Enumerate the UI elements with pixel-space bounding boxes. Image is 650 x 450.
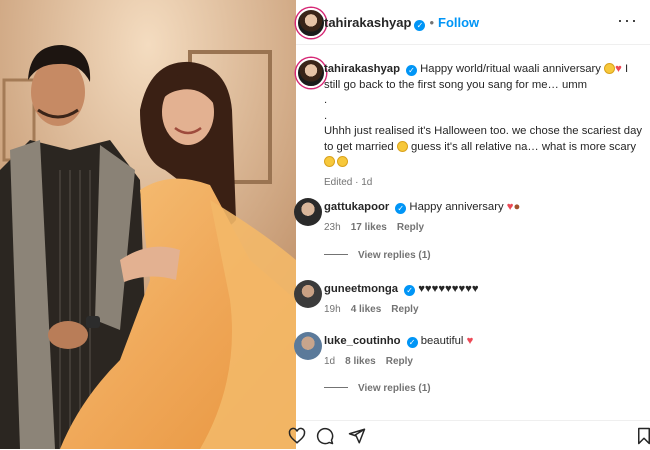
post-sidebar: tahirakashyap ✓ • Follow ··· tahirakashyap ✓… bbox=[288, 0, 650, 450]
comment-text: beautiful bbox=[420, 335, 464, 347]
caption-dot1: . bbox=[324, 94, 328, 106]
caption-meta: Edited · 1d bbox=[324, 176, 373, 188]
post-header: tahirakashyap ✓ • Follow ··· bbox=[296, 0, 650, 45]
view-replies-label: View replies (1) bbox=[358, 250, 431, 261]
replies-divider bbox=[324, 254, 348, 255]
view-replies-label: View replies (1) bbox=[358, 383, 431, 394]
comment-likes[interactable]: 8 likes bbox=[345, 356, 376, 367]
comment-meta: 19h 4 likes Reply bbox=[324, 302, 642, 317]
heart-emoji-icon: ♥ bbox=[466, 335, 474, 347]
verified-badge-icon: ✓ bbox=[395, 203, 407, 214]
author-line: tahirakashyap ✓ • Follow bbox=[324, 14, 479, 32]
replies-divider bbox=[324, 387, 348, 388]
reply-button[interactable]: Reply bbox=[386, 356, 413, 367]
action-bar bbox=[288, 420, 650, 450]
commenter-avatar[interactable] bbox=[294, 198, 322, 226]
grimacing-face-icon bbox=[396, 140, 408, 152]
reply-button[interactable]: Reply bbox=[391, 304, 418, 315]
caption-line4: guess it's all relative na… what is more… bbox=[410, 140, 637, 153]
reply-button[interactable]: Reply bbox=[397, 222, 424, 233]
heart-emoji-icon: ♥ bbox=[615, 63, 622, 75]
laughing-face-icon bbox=[604, 63, 616, 74]
verified-badge-icon: ✓ bbox=[414, 20, 426, 31]
comment-text: ♥♥♥♥♥♥♥♥♥ bbox=[418, 283, 479, 295]
view-replies-button[interactable]: View replies (1) bbox=[324, 250, 431, 261]
view-replies-button[interactable]: View replies (1) bbox=[324, 383, 431, 394]
comment-item: guneetmonga ✓ ♥♥♥♥♥♥♥♥♥ 19h 4 likes Reply bbox=[324, 282, 642, 317]
comment-likes[interactable]: 17 likes bbox=[351, 222, 387, 233]
follow-button[interactable]: Follow bbox=[438, 15, 479, 30]
heart-icon[interactable] bbox=[288, 427, 306, 450]
caption-avatar[interactable] bbox=[296, 58, 326, 88]
comment-meta: 1d 8 likes Reply bbox=[324, 354, 642, 369]
comment-username[interactable]: guneetmonga bbox=[324, 283, 398, 295]
verified-badge-icon: ✓ bbox=[406, 337, 418, 348]
comment-likes[interactable]: 4 likes bbox=[351, 304, 382, 315]
caption-line1: Happy world/ritual waali anniversary bbox=[420, 63, 601, 75]
comment-time[interactable]: 23h bbox=[324, 222, 341, 233]
tears-of-joy-icon bbox=[337, 156, 348, 167]
commenter-avatar[interactable] bbox=[294, 332, 322, 360]
post-caption: tahirakashyap ✓ Happy world/ritual waali … bbox=[324, 62, 642, 190]
bookmark-icon[interactable] bbox=[636, 427, 650, 450]
couple-photo-illustration bbox=[0, 0, 296, 449]
comment-time[interactable]: 1d bbox=[324, 356, 335, 367]
tears-of-joy-icon bbox=[324, 156, 335, 167]
separator-dot: • bbox=[429, 15, 434, 30]
comment-username[interactable]: luke_coutinho bbox=[324, 335, 401, 347]
comment-username[interactable]: gattukapoor bbox=[324, 201, 389, 213]
verified-badge-icon: ✓ bbox=[404, 285, 416, 296]
edited-label: Edited bbox=[324, 176, 353, 188]
comment-meta: 23h 17 likes Reply bbox=[324, 220, 642, 235]
share-icon[interactable] bbox=[348, 427, 366, 450]
author-username[interactable]: tahirakashyap bbox=[324, 15, 411, 30]
post-photo[interactable] bbox=[0, 0, 296, 449]
more-options-icon[interactable]: ··· bbox=[617, 11, 638, 29]
comment-time[interactable]: 19h bbox=[324, 304, 341, 315]
commenter-avatar[interactable] bbox=[294, 280, 322, 308]
comment-item: gattukapoor ✓ Happy anniversary ♥● 23h 17 … bbox=[324, 200, 642, 235]
caption-dot2: . bbox=[324, 109, 328, 122]
caption-time[interactable]: 1d bbox=[361, 177, 372, 188]
author-avatar[interactable] bbox=[296, 8, 326, 38]
verified-badge-icon: ✓ bbox=[405, 65, 417, 76]
caption-username[interactable]: tahirakashyap bbox=[324, 63, 400, 75]
cake-emoji-icon: ● bbox=[513, 201, 521, 213]
comment-text: Happy anniversary bbox=[409, 201, 504, 213]
comment-icon[interactable] bbox=[316, 427, 334, 450]
comment-item: luke_coutinho ✓ beautiful ♥ 1d 8 likes Repl… bbox=[324, 334, 642, 369]
